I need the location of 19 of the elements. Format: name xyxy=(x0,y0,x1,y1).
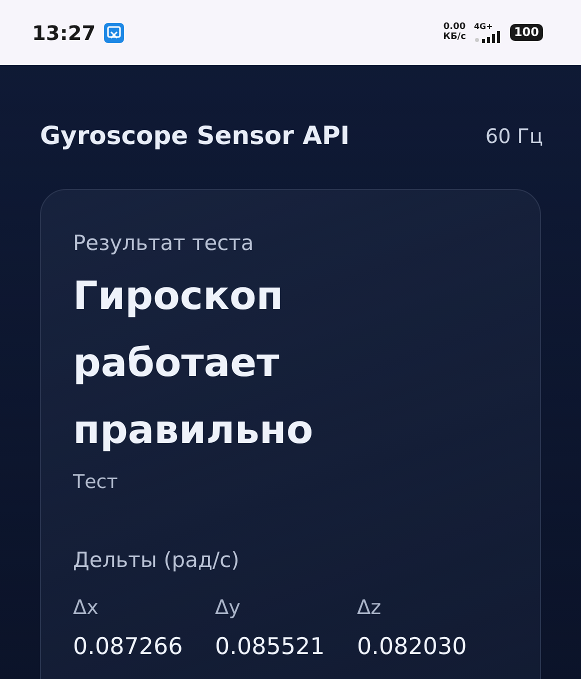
mode-label: Тест xyxy=(73,470,119,495)
delta-value: 0.085521 xyxy=(215,633,325,662)
page-title: Gyroscope Sensor API xyxy=(40,120,350,152)
app-notification-icon xyxy=(104,22,124,42)
network-speed-unit: КБ/с xyxy=(443,32,466,42)
axis-label: Δx xyxy=(73,594,99,621)
network-type: 4G+ xyxy=(474,22,493,30)
result-heading: Гироскоп работает правильно xyxy=(73,273,314,455)
delta-value: 0.082030 xyxy=(357,633,467,662)
signal-icon xyxy=(474,30,502,42)
axis-label: Δy xyxy=(215,594,241,621)
axis-label: Δz xyxy=(357,594,382,621)
battery-level: 100 xyxy=(510,24,543,41)
delta-value: 0.087266 xyxy=(73,633,183,662)
network-speed: 0.00 xyxy=(443,23,466,32)
card-label: Результат теста xyxy=(73,230,255,256)
sample-rate: 60 Гц xyxy=(485,122,543,150)
clock-time: 13:27 xyxy=(32,20,96,46)
deltas-label: Дельты (рад/с) xyxy=(73,546,240,574)
